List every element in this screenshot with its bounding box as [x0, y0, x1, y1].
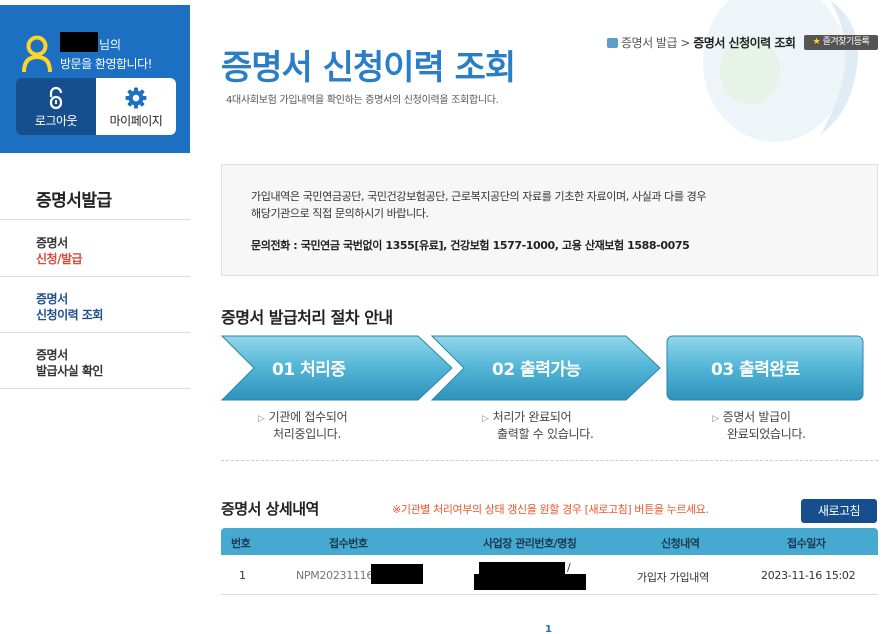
column-header-request: 신청내역	[661, 537, 700, 550]
process-section-title: 증명서 발급처리 절차 안내	[221, 308, 393, 327]
sidebar-item-sublabel: 신청이력 조회	[36, 308, 103, 322]
gear-icon	[125, 87, 147, 109]
cell-date: 2023-11-16 15:02	[761, 569, 856, 582]
lock-icon	[49, 86, 63, 110]
page-description: 4대사회보험 가입내역을 확인하는 증명서의 신청이력을 조회합니다.	[226, 95, 499, 106]
add-favorite-button[interactable]: ★ 즐겨찾기등록	[804, 35, 878, 50]
step-2-description: ▷ 처리가 완료되어 출력할 수 있습니다.	[482, 410, 594, 442]
mypage-button[interactable]: 마이페이지	[96, 78, 176, 135]
info-text-line1: 가입내역은 국민연금공단, 국민건강보험공단, 근로복지공단의 자료를 기초한 …	[251, 190, 707, 203]
sidebar-item-sublabel: 신청/발급	[36, 252, 83, 266]
divider	[221, 594, 878, 595]
info-text-line2: 해당기관으로 직접 문의하시기 바랍니다.	[251, 207, 429, 220]
sidebar-item-label: 증명서	[36, 348, 68, 362]
column-header-receipt-no: 접수번호	[329, 537, 368, 550]
welcome-panel: 님의 방문을 환영합니다! 로그아웃 마이페이지	[0, 5, 190, 153]
refresh-button[interactable]: 새로고침	[801, 499, 877, 523]
pagination-current-page[interactable]: 1	[545, 624, 552, 634]
breadcrumb-separator: >	[680, 36, 690, 50]
home-icon[interactable]	[607, 38, 618, 48]
divider	[0, 332, 190, 333]
sidebar-item-label: 증명서	[36, 236, 68, 250]
triangle-bullet-icon: ▷	[712, 414, 719, 424]
sidebar-item-apply-issue[interactable]: 증명서 신청/발급	[36, 235, 83, 267]
step-1-desc-line1: 기관에 접수되어	[268, 410, 348, 424]
sidebar-item-verify[interactable]: 증명서 발급사실 확인	[36, 347, 103, 379]
step-2-label: 02 출력가능	[492, 360, 581, 380]
detail-section-title: 증명서 상세내역	[221, 500, 319, 518]
welcome-suffix: 님의	[99, 38, 122, 52]
step-1-desc-line2: 처리중입니다.	[273, 427, 341, 441]
page-title: 증명서 신청이력 조회	[221, 48, 516, 88]
divider	[0, 219, 190, 220]
breadcrumb-parent[interactable]: 증명서 발급	[621, 36, 678, 50]
column-header-workplace: 사업장 관리번호/명칭	[483, 537, 577, 550]
welcome-message: 방문을 환영합니다!	[60, 57, 152, 71]
cell-no: 1	[239, 569, 246, 582]
breadcrumb-current: 증명서 신청이력 조회	[693, 36, 796, 50]
favorite-label: 즐겨찾기등록	[822, 37, 870, 47]
divider	[221, 460, 878, 461]
divider	[0, 276, 190, 277]
step-2-desc-line1: 처리가 완료되어	[492, 410, 572, 424]
step-1-description: ▷ 기관에 접수되어 처리중입니다.	[258, 410, 348, 442]
cell-request: 가입자 가입내역	[637, 571, 709, 584]
triangle-bullet-icon: ▷	[258, 414, 265, 424]
triangle-bullet-icon: ▷	[482, 414, 489, 424]
step-3-description: ▷ 증명서 발급이 완료되었습니다.	[712, 410, 806, 442]
sidebar-item-history[interactable]: 증명서 신청이력 조회	[36, 291, 103, 323]
background-logo-decoration	[703, 0, 858, 142]
receipt-no-redacted	[371, 564, 423, 584]
star-icon: ★	[812, 37, 821, 47]
step-2-desc-line2: 출력할 수 있습니다.	[497, 427, 594, 441]
column-header-date: 접수일자	[787, 537, 826, 550]
sidebar-item-sublabel: 발급사실 확인	[36, 364, 103, 378]
step-3-label: 03 출력완료	[711, 360, 800, 380]
contact-phone-text: 문의전화 : 국민연금 국번없이 1355[유료], 건강보험 1577-100…	[251, 239, 690, 252]
user-icon	[22, 35, 52, 73]
workplace-id-redacted	[479, 562, 565, 574]
step-1-label: 01 처리중	[272, 360, 346, 380]
sidebar-item-label: 증명서	[36, 292, 68, 306]
cell-receipt-no: NPM20231116	[296, 569, 374, 582]
refresh-notice: ※기관별 처리여부의 상태 갱신을 원할 경우 [새로고침] 버튼을 누르세요.	[392, 503, 709, 516]
sidebar-title: 증명서발급	[36, 191, 112, 211]
mypage-label: 마이페이지	[109, 114, 163, 128]
divider	[0, 388, 190, 389]
info-box: 가입내역은 국민연금공단, 국민건강보험공단, 근로복지공단의 자료를 기초한 …	[221, 164, 878, 276]
logout-button[interactable]: 로그아웃	[16, 78, 96, 135]
table-header: 번호 접수번호 사업장 관리번호/명칭 신청내역 접수일자	[221, 528, 878, 555]
user-name-redacted	[60, 32, 98, 52]
workplace-name-redacted	[474, 574, 586, 590]
logout-label: 로그아웃	[34, 114, 78, 128]
step-3-desc-line2: 완료되었습니다.	[727, 427, 806, 441]
cell-workplace: /	[567, 561, 571, 574]
breadcrumb: 증명서 발급 > 증명서 신청이력 조회	[607, 34, 796, 51]
step-3-desc-line1: 증명서 발급이	[722, 410, 791, 424]
column-header-no: 번호	[231, 537, 251, 550]
